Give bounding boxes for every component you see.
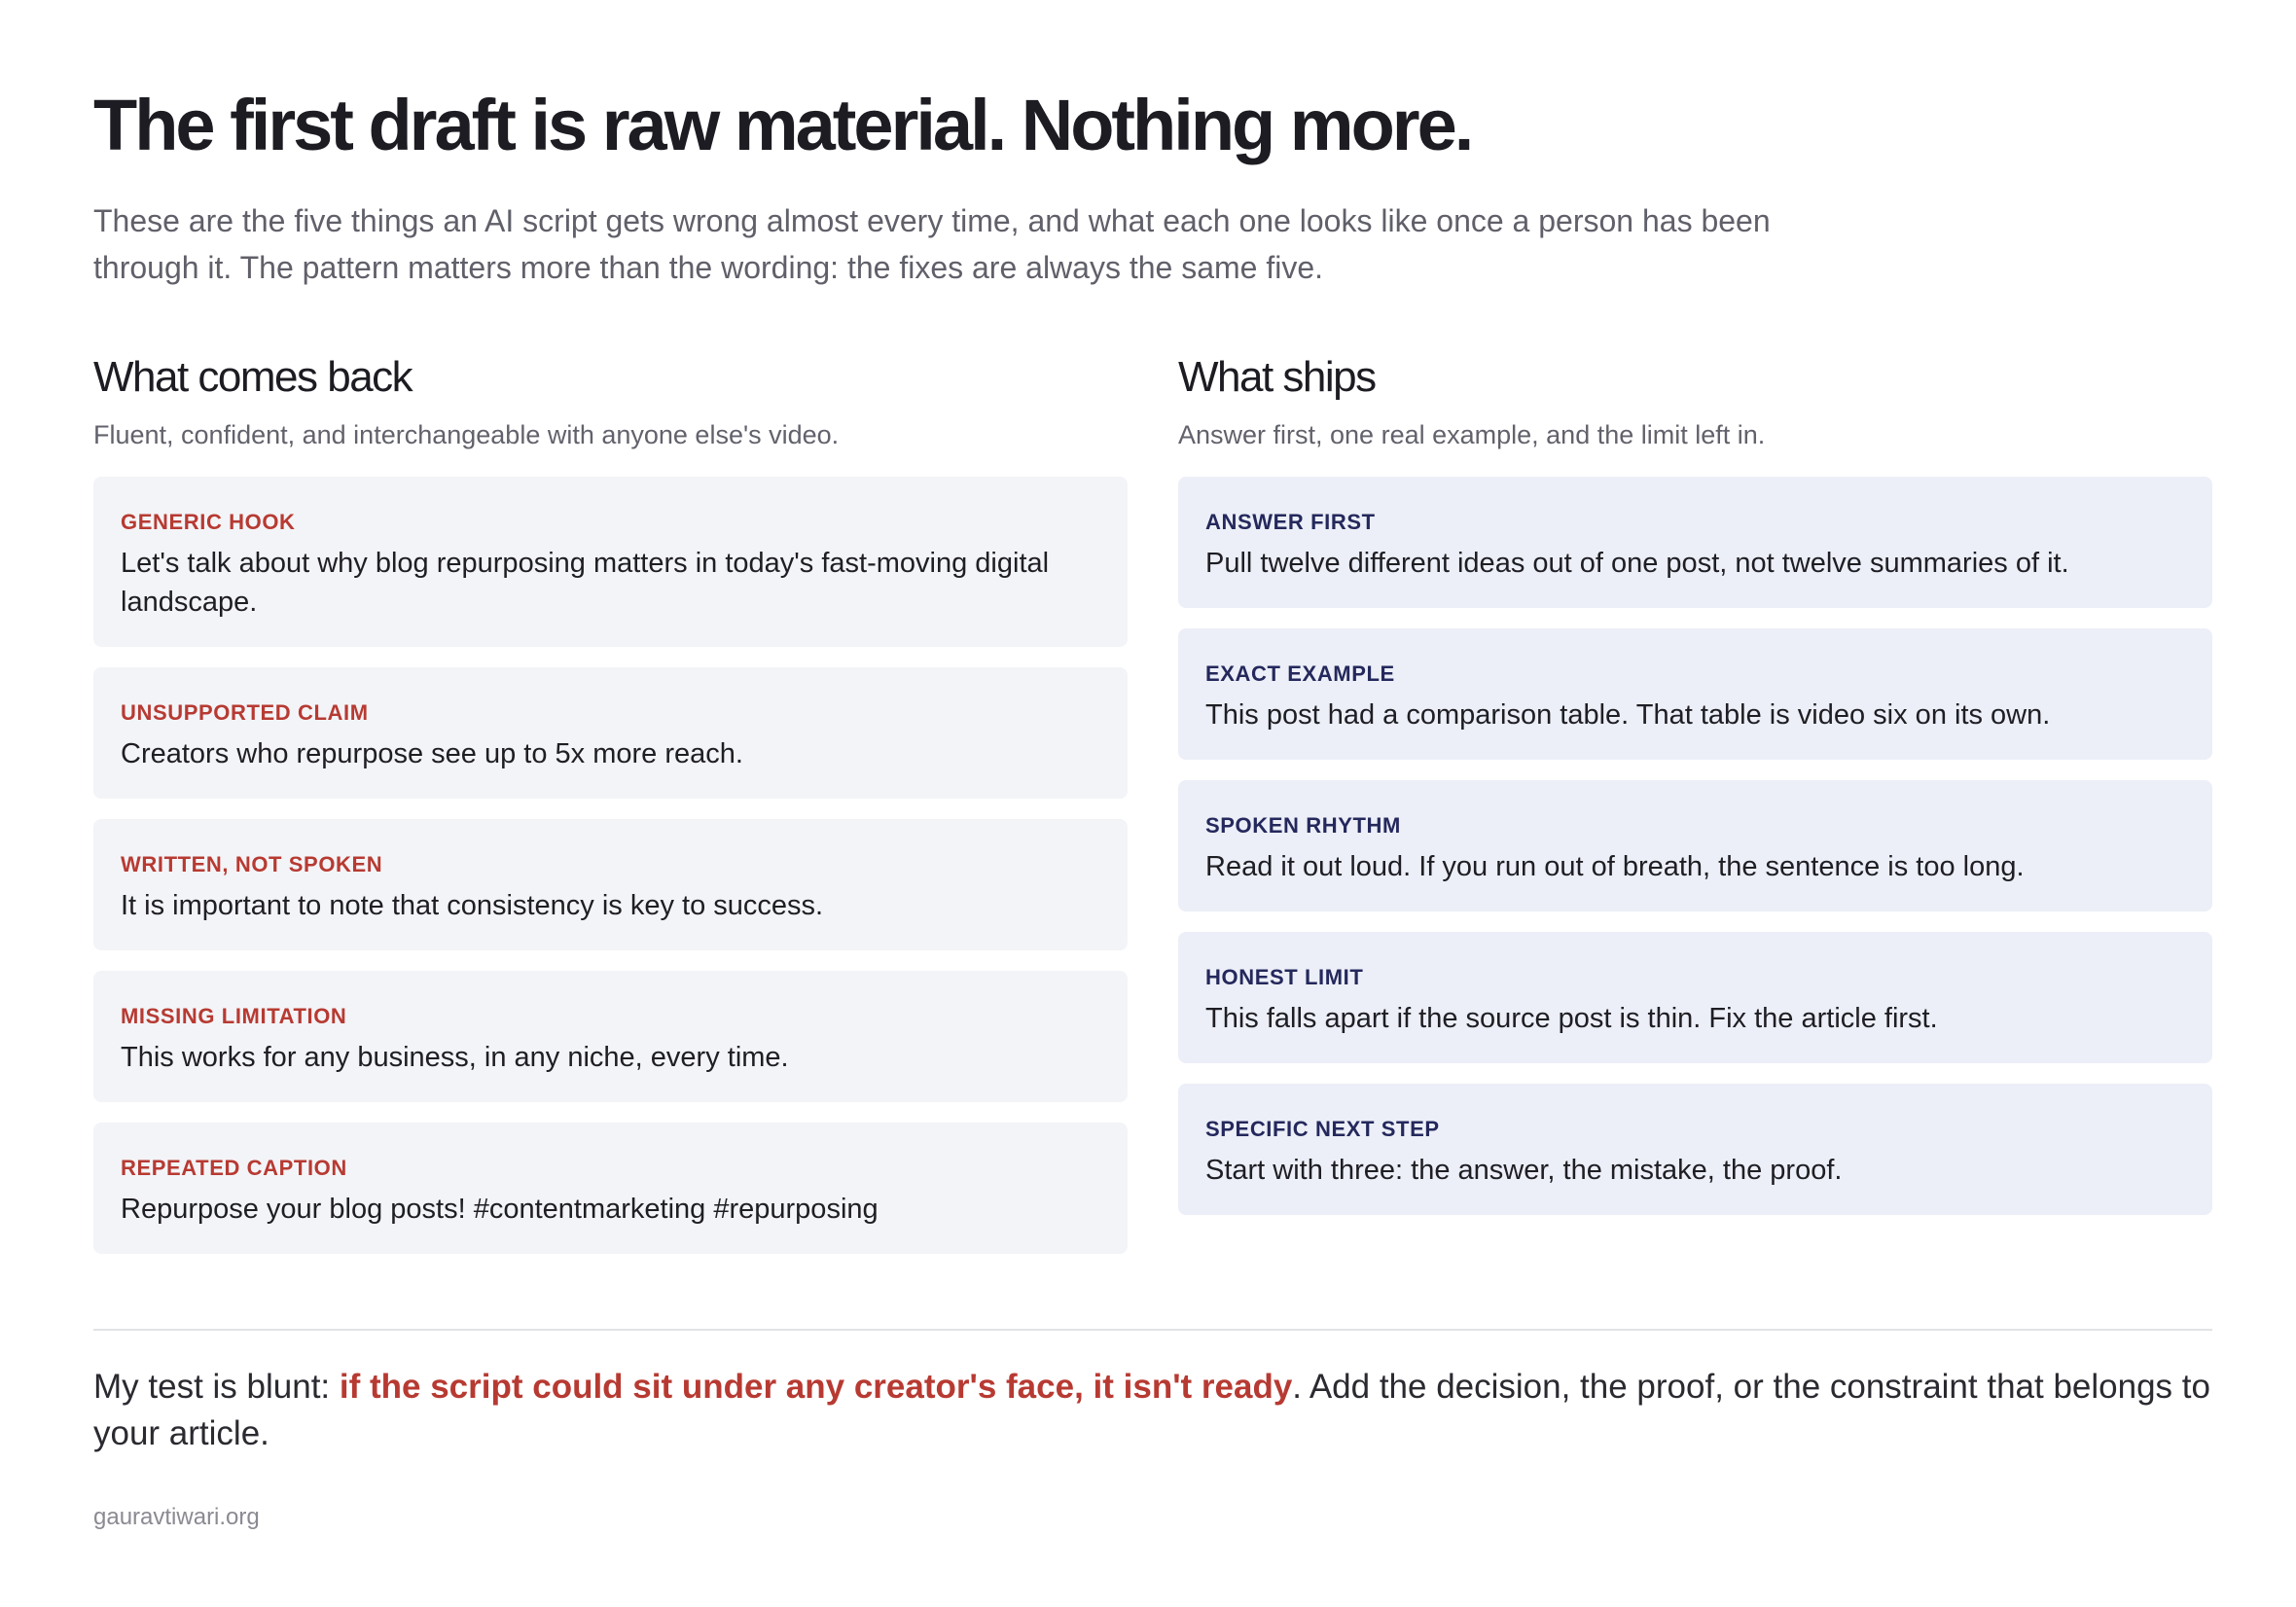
card-label: GENERIC HOOK (121, 510, 296, 534)
column-subtitle: Fluent, confident, and interchangeable w… (93, 420, 840, 449)
card-text: Repurpose your blog posts! #contentmarke… (121, 1194, 879, 1225)
footer-site-link[interactable]: gauravtiwari.org (93, 1504, 260, 1531)
card-label: SPECIFIC NEXT STEP (1205, 1117, 1440, 1141)
card-answer-first: ANSWER FIRST Pull twelve different ideas… (1178, 477, 2212, 608)
card-text: Creators who repurpose see up to 5x more… (121, 738, 743, 769)
card-label: UNSUPPORTED CLAIM (121, 700, 369, 725)
divider (93, 1329, 2212, 1331)
card-list: GENERIC HOOK Let's talk about why blog r… (93, 477, 1128, 1254)
intro-paragraph: These are the five things an AI script g… (93, 203, 1771, 286)
verdict-emphasis: if the script could sit under any creato… (339, 1368, 1293, 1406)
card-label: REPEATED CAPTION (121, 1156, 347, 1180)
comparison-columns: What comes back Fluent, confident, and i… (93, 352, 2212, 1254)
card-spoken-rhythm: SPOKEN RHYTHM Read it out loud. If you r… (1178, 780, 2212, 911)
card-label: SPOKEN RHYTHM (1205, 813, 1401, 838)
card-text: Let's talk about why blog repurposing ma… (121, 548, 1050, 618)
column-what-comes-back: What comes back Fluent, confident, and i… (93, 352, 1128, 1254)
column-heading: What comes back (93, 353, 413, 401)
column-heading: What ships (1178, 353, 1377, 401)
card-missing-limitation: MISSING LIMITATION This works for any bu… (93, 971, 1128, 1102)
card-text: Read it out loud. If you run out of brea… (1205, 851, 2025, 882)
column-what-ships: What ships Answer first, one real exampl… (1178, 352, 2212, 1254)
verdict-paragraph: My test is blunt: if the script could si… (93, 1364, 2212, 1457)
card-label: ANSWER FIRST (1205, 510, 1376, 534)
card-text: It is important to note that consistency… (121, 890, 824, 921)
card-generic-hook: GENERIC HOOK Let's talk about why blog r… (93, 477, 1128, 647)
card-honest-limit: HONEST LIMIT This falls apart if the sou… (1178, 932, 2212, 1063)
card-label: EXACT EXAMPLE (1205, 661, 1395, 686)
column-subtitle: Answer first, one real example, and the … (1178, 420, 1766, 449)
card-written-not-spoken: WRITTEN, NOT SPOKEN It is important to n… (93, 819, 1128, 950)
card-unsupported-claim: UNSUPPORTED CLAIM Creators who repurpose… (93, 667, 1128, 799)
card-text: This falls apart if the source post is t… (1205, 1003, 1938, 1034)
card-label: HONEST LIMIT (1205, 965, 1364, 989)
card-text: Pull twelve different ideas out of one p… (1205, 548, 2069, 579)
card-list: ANSWER FIRST Pull twelve different ideas… (1178, 477, 2212, 1215)
page-title: The first draft is raw material. Nothing… (93, 85, 1474, 165)
card-repeated-caption: REPEATED CAPTION Repurpose your blog pos… (93, 1123, 1128, 1254)
card-exact-example: EXACT EXAMPLE This post had a comparison… (1178, 628, 2212, 760)
card-label: WRITTEN, NOT SPOKEN (121, 852, 383, 876)
card-label: MISSING LIMITATION (121, 1004, 347, 1028)
verdict-lead: My test is blunt: (93, 1368, 340, 1406)
card-text: This works for any business, in any nich… (121, 1042, 789, 1073)
card-text: This post had a comparison table. That t… (1205, 699, 2051, 731)
card-text: Start with three: the answer, the mistak… (1205, 1155, 1843, 1186)
page: The first draft is raw material. Nothing… (0, 0, 2296, 1607)
card-specific-next-step: SPECIFIC NEXT STEP Start with three: the… (1178, 1084, 2212, 1215)
